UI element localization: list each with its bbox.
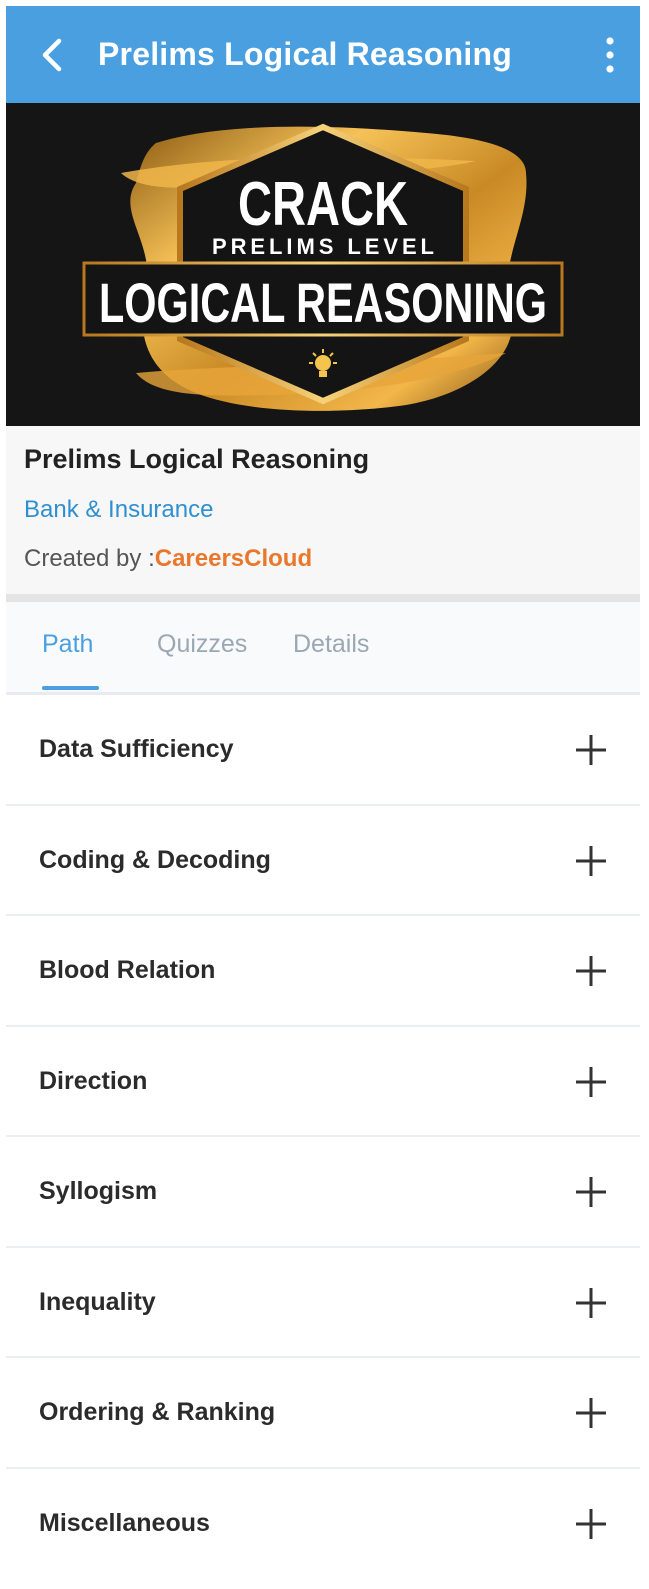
path-item-miscellaneous[interactable]: Miscellaneous [6,1469,640,1580]
creator-name-link[interactable]: CareersCloud [155,545,312,572]
tab-bar: Path Quizzes Details [6,602,640,695]
expand-plus-icon[interactable] [574,1507,608,1541]
expand-plus-icon[interactable] [574,1175,608,1209]
course-info-card: Prelims Logical Reasoning Bank & Insuran… [6,426,640,600]
section-divider [6,594,640,602]
course-title: Prelims Logical Reasoning [24,444,370,474]
path-item-coding-decoding[interactable]: Coding & Decoding [6,806,640,916]
expand-plus-icon[interactable] [574,1396,608,1430]
path-item-data-sufficiency[interactable]: Data Sufficiency [6,695,640,806]
overflow-menu-button[interactable] [580,6,640,103]
active-tab-indicator [42,686,99,690]
path-list: Data Sufficiency Coding & Decoding Blood… [6,695,640,1579]
expand-plus-icon[interactable] [574,954,608,988]
path-item-label: Coding & Decoding [39,845,271,874]
tab-path[interactable]: Path [42,630,93,659]
path-item-label: Direction [39,1066,148,1095]
path-item-blood-relation[interactable]: Blood Relation [6,916,640,1027]
chevron-left-icon [42,38,62,71]
expand-plus-icon[interactable] [574,844,608,878]
path-item-label: Data Sufficiency [39,735,234,763]
course-category-link[interactable]: Bank & Insurance [24,496,213,524]
path-item-inequality[interactable]: Inequality [6,1248,640,1358]
path-item-direction[interactable]: Direction [6,1027,640,1137]
path-item-label: Syllogism [39,1177,158,1205]
page-title: Prelims Logical Reasoning [98,36,512,72]
tab-quizzes[interactable]: Quizzes [157,630,247,659]
path-item-syllogism[interactable]: Syllogism [6,1137,640,1248]
created-by-label: Created by : [24,545,155,572]
expand-plus-icon[interactable] [574,733,608,767]
creator-row: Created by :CareersCloud [24,545,312,573]
path-item-label: Inequality [39,1287,156,1316]
app-screen: Prelims Logical Reasoning CRACK PRELIMS … [6,6,640,1589]
back-button[interactable] [6,6,98,103]
tab-details[interactable]: Details [293,630,369,659]
expand-plus-icon[interactable] [574,1286,608,1320]
banner-line-logical-reasoning: LOGICAL REASONING [99,271,547,334]
path-item-ordering-ranking[interactable]: Ordering & Ranking [6,1358,640,1469]
path-item-label: Ordering & Ranking [39,1398,276,1426]
course-banner: CRACK PRELIMS LEVEL LOGICAL REASONING [6,103,640,426]
expand-plus-icon[interactable] [574,1065,608,1099]
path-item-label: Miscellaneous [39,1508,210,1537]
banner-line-crack: CRACK [238,170,408,239]
banner-artwork: CRACK PRELIMS LEVEL LOGICAL REASONING [82,123,564,411]
app-bar: Prelims Logical Reasoning [6,6,640,103]
path-item-label: Blood Relation [39,956,216,984]
more-vert-icon [606,36,614,73]
